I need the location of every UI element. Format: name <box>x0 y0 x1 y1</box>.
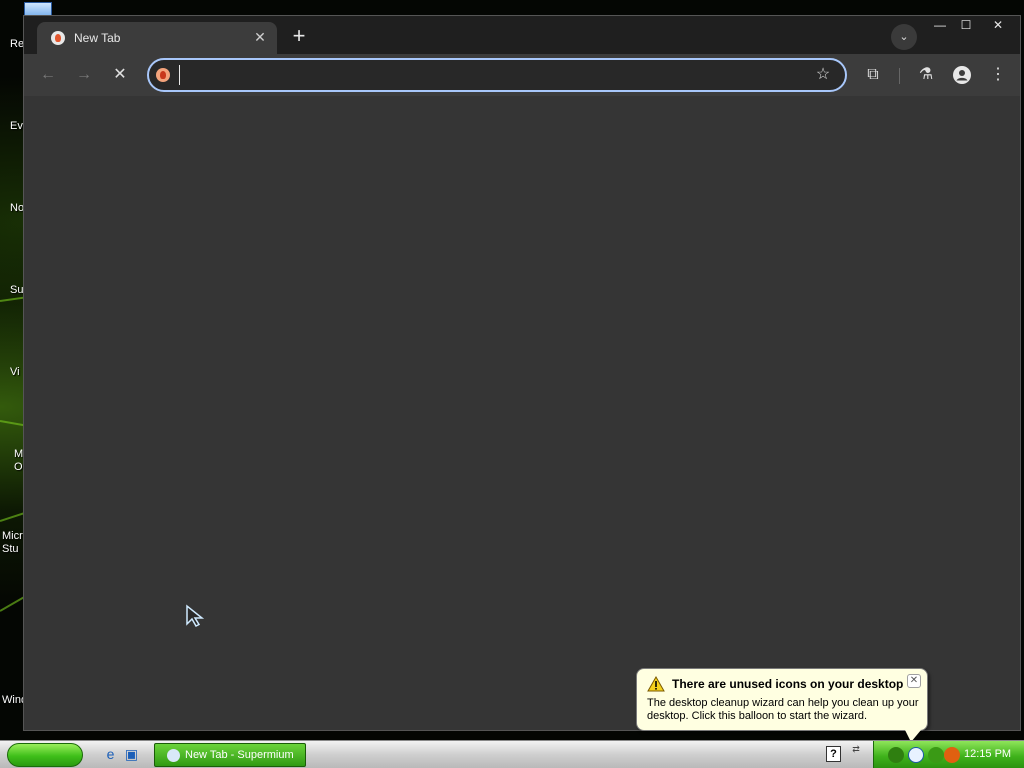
extensions-icon[interactable]: ⧉ <box>860 62 886 88</box>
clock: 12:15 PM <box>964 748 1012 760</box>
profile-icon[interactable] <box>949 62 975 88</box>
taskbar: e ▣ New Tab - Supermium ? ⇄ 12:15 PM <box>0 740 1024 768</box>
tab-close-icon[interactable]: ✕ <box>251 28 269 46</box>
browser-toolbar: ← → ✕ ☆ ⧉ ⚗ ⋮ <box>24 54 1020 96</box>
balloon-close-button[interactable]: ✕ <box>907 674 921 688</box>
forward-button[interactable]: → <box>71 62 97 88</box>
taskbar-button-supermium[interactable]: New Tab - Supermium <box>154 743 306 767</box>
labs-icon[interactable]: ⚗ <box>913 62 939 88</box>
start-button[interactable] <box>7 743 83 767</box>
desktop-icon-label[interactable]: Re <box>10 38 24 50</box>
language-bar-icon[interactable]: ⇄ <box>850 744 862 766</box>
supermium-taskbar-icon <box>167 749 180 762</box>
tab-search-button[interactable]: ⌄ <box>891 24 917 50</box>
stop-loading-button[interactable]: ✕ <box>107 62 133 88</box>
desktop-icon-label[interactable]: Su <box>10 284 23 296</box>
volume-tray-icon[interactable] <box>928 747 944 763</box>
warning-icon <box>647 676 665 692</box>
site-info-icon[interactable] <box>156 68 170 82</box>
bookmark-star-icon[interactable]: ☆ <box>813 65 833 85</box>
minimize-button[interactable]: — <box>926 16 954 34</box>
close-window-button[interactable]: ✕ <box>984 16 1012 34</box>
search-tray-icon[interactable] <box>944 747 960 763</box>
supermium-favicon-icon <box>51 31 65 45</box>
desktop-icon-label[interactable]: Vi <box>10 366 20 378</box>
browser-titlebar: New Tab ✕ + ⌄ — ☐ ✕ <box>24 16 1020 54</box>
help-icon[interactable]: ? <box>826 746 841 762</box>
desktop-icon-label[interactable]: M O <box>14 448 23 474</box>
omnibox[interactable]: ☆ <box>147 58 847 92</box>
address-bar-input[interactable] <box>179 65 779 85</box>
internet-explorer-icon[interactable]: e <box>102 746 119 763</box>
back-button[interactable]: ← <box>35 62 61 88</box>
info-tray-icon[interactable] <box>908 747 924 763</box>
network-tray-icon[interactable] <box>888 747 904 763</box>
tab-new-tab[interactable]: New Tab ✕ <box>37 22 277 54</box>
toolbar-separator <box>899 68 900 84</box>
new-tab-button[interactable]: + <box>286 23 312 49</box>
page-content <box>24 96 1020 730</box>
profile-avatar-icon <box>953 66 971 84</box>
desktop-icon-label[interactable]: Ev <box>10 120 23 132</box>
desktop-cleanup-balloon[interactable]: There are unused icons on your desktop ✕… <box>636 668 928 742</box>
menu-icon[interactable]: ⋮ <box>985 62 1011 88</box>
balloon-title: There are unused icons on your desktop <box>672 677 904 691</box>
taskbar-button-label: New Tab - Supermium <box>185 749 294 761</box>
desktop-icon-label[interactable]: No <box>10 202 24 214</box>
maximize-button[interactable]: ☐ <box>952 16 980 34</box>
tab-title: New Tab <box>74 31 121 45</box>
browser-window: New Tab ✕ + ⌄ — ☐ ✕ ← → ✕ ☆ ⧉ ⚗ ⋮ <box>23 15 1021 731</box>
quick-launch-icon[interactable]: ▣ <box>123 746 140 763</box>
mouse-cursor-icon <box>186 604 205 627</box>
balloon-message: The desktop cleanup wizard can help you … <box>647 697 919 722</box>
